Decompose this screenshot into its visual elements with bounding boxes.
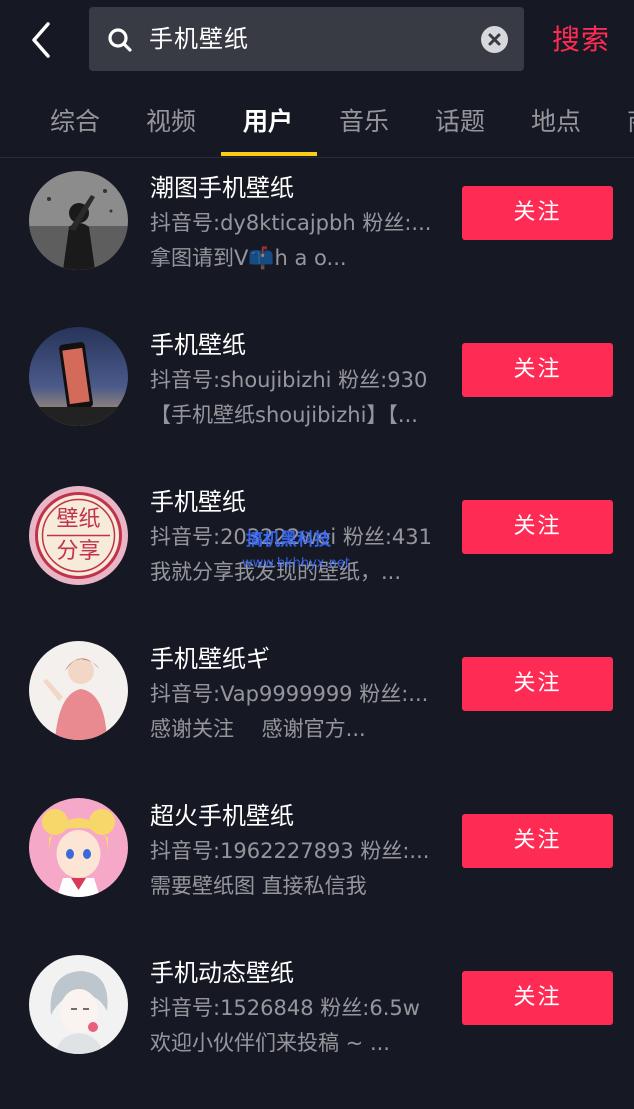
user-list-item[interactable]: 手机壁纸 抖音号:shoujibizhi 粉丝:930 【手机壁纸shoujib… — [0, 327, 634, 484]
user-description: 欢迎小伙伴们来投稿 ~ ... — [150, 1031, 390, 1055]
user-name: 潮图手机壁纸 — [150, 174, 294, 202]
follow-button[interactable]: 关注 — [462, 657, 613, 711]
avatar[interactable]: 壁纸 分享 — [29, 486, 128, 585]
user-meta: 抖音号:1526848 粉丝:6.5w — [150, 996, 420, 1020]
watermark-url: www.bkhhyx.net — [242, 556, 350, 571]
clear-search-button[interactable] — [481, 26, 508, 53]
user-list-item[interactable]: 超火手机壁纸 抖音号:1962227893 粉丝:... 需要壁纸图 直接私信我… — [0, 798, 634, 955]
avatar-text: 分享 — [56, 539, 100, 564]
avatar[interactable] — [29, 798, 128, 897]
search-button[interactable]: 搜索 — [552, 18, 610, 62]
divider — [0, 157, 634, 158]
avatar[interactable] — [29, 955, 128, 1054]
user-list-item[interactable]: 潮图手机壁纸 抖音号:dy8kticajpbh 粉丝:... 拿图请到V📫h a… — [0, 170, 634, 327]
user-meta: 抖音号:shoujibizhi 粉丝:930 — [150, 368, 428, 392]
follow-button[interactable]: 关注 — [462, 500, 613, 554]
user-name: 手机动态壁纸 — [150, 959, 294, 987]
tab-places[interactable]: 地点 — [531, 96, 581, 148]
tab-comprehensive[interactable]: 综合 — [50, 96, 100, 148]
chevron-left-icon — [32, 22, 50, 58]
close-icon — [488, 33, 501, 46]
watermark-title: 搞机黑科技 — [246, 530, 331, 550]
search-header: 手机壁纸 搜索 — [0, 0, 634, 84]
user-meta: 抖音号:1962227893 粉丝:... — [150, 839, 430, 863]
user-name: 手机壁纸 — [150, 331, 246, 359]
follow-button[interactable]: 关注 — [462, 186, 613, 240]
user-description: 需要壁纸图 直接私信我 — [150, 874, 367, 898]
follow-button[interactable]: 关注 — [462, 343, 613, 397]
tab-bar: 综合 视频 用户 音乐 话题 地点 商 — [0, 96, 634, 156]
user-description: 拿图请到V📫h a o... — [150, 246, 347, 270]
user-description: 【手机壁纸shoujibizhi】【... — [150, 403, 418, 427]
active-tab-indicator — [221, 152, 317, 156]
user-name: 手机壁纸 — [150, 488, 246, 516]
follow-button[interactable]: 关注 — [462, 814, 613, 868]
user-description: 感谢关注 感谢官方... — [150, 717, 366, 741]
user-meta: 抖音号:dy8kticajpbh 粉丝:... — [150, 211, 432, 235]
search-icon — [107, 27, 133, 53]
tab-videos[interactable]: 视频 — [146, 96, 196, 148]
search-input[interactable]: 手机壁纸 — [89, 7, 524, 71]
avatar[interactable] — [29, 641, 128, 740]
avatar-text: 壁纸 — [56, 507, 100, 532]
follow-button[interactable]: 关注 — [462, 971, 613, 1025]
avatar[interactable] — [29, 171, 128, 270]
tab-users[interactable]: 用户 — [243, 96, 293, 148]
user-meta: 抖音号:Vap9999999 粉丝:... — [150, 682, 429, 706]
avatar[interactable] — [29, 327, 128, 426]
user-list-item[interactable]: 手机壁纸ギ 抖音号:Vap9999999 粉丝:... 感谢关注 感谢官方...… — [0, 641, 634, 798]
back-button[interactable] — [26, 20, 58, 60]
user-name: 手机壁纸ギ — [150, 645, 270, 673]
tab-topics[interactable]: 话题 — [435, 96, 485, 148]
user-list-item[interactable]: 手机动态壁纸 抖音号:1526848 粉丝:6.5w 欢迎小伙伴们来投稿 ~ .… — [0, 955, 634, 1109]
tab-shop[interactable]: 商 — [627, 96, 634, 148]
search-query-text: 手机壁纸 — [149, 25, 249, 53]
tab-music[interactable]: 音乐 — [339, 96, 389, 148]
user-name: 超火手机壁纸 — [150, 802, 294, 830]
